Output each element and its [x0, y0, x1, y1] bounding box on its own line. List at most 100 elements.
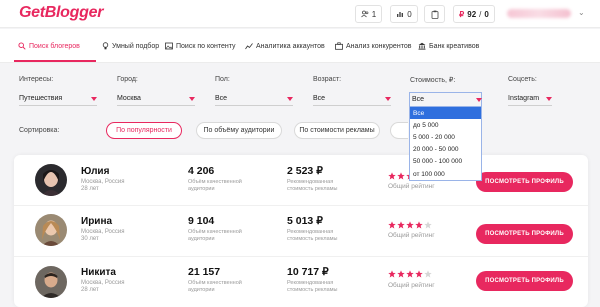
rating-label: Общий рейтинг: [388, 282, 435, 289]
clipboard-button[interactable]: [424, 5, 445, 23]
star-icon: [406, 270, 414, 278]
audience-desc-line: Объём качественной: [188, 280, 242, 286]
chart-icon: [397, 12, 404, 17]
price-value: 10 717 ₽: [287, 266, 329, 278]
star-icon: [388, 270, 396, 278]
star-icon: [388, 221, 396, 229]
bank-icon: [418, 42, 426, 50]
image-icon: [165, 42, 173, 50]
price-value: 2 523 ₽: [287, 165, 323, 177]
audience-desc-line: аудитории: [188, 186, 215, 192]
blogger-name[interactable]: Никита: [81, 267, 116, 278]
filter-label-gender: Пол:: [215, 76, 230, 83]
social-select[interactable]: Instagram: [508, 92, 552, 106]
price-desc-line: Рекомендованная: [287, 229, 334, 235]
row-divider: [14, 256, 588, 257]
nav-item-label: Анализ конкурентов: [346, 42, 412, 50]
nav-item-label: Умный подбор: [112, 42, 160, 50]
select-value: Все: [412, 96, 425, 103]
sort-by-popularity[interactable]: По популярности: [106, 122, 182, 139]
cost-option[interactable]: 5 000 - 20 000: [410, 131, 481, 143]
avatar-photo: [35, 214, 67, 246]
balance-separator: /: [479, 9, 482, 19]
stats-button[interactable]: 0: [390, 5, 418, 23]
clipboard-icon: [431, 10, 438, 19]
select-value: Москва: [117, 95, 141, 102]
people-count: 1: [371, 9, 377, 19]
nav-item-smart[interactable]: Умный подбор: [102, 29, 159, 63]
sort-label: Сортировка:: [19, 127, 60, 134]
cost-select[interactable]: Все: [409, 92, 482, 106]
cost-option[interactable]: от 100 000: [410, 168, 481, 180]
caret-down-icon: [546, 97, 552, 101]
audience-desc: Объём качественной аудитории: [188, 179, 268, 193]
price-desc-line: Рекомендованная: [287, 280, 334, 286]
blogger-age: 28 лет: [81, 287, 99, 293]
view-profile-button[interactable]: ПОСМОТРЕТЬ ПРОФИЛЬ: [476, 172, 573, 192]
star-icon: [397, 172, 405, 180]
caret-down-icon: [385, 97, 391, 101]
avatar[interactable]: [35, 266, 67, 298]
avatar[interactable]: [35, 214, 67, 246]
age-select[interactable]: Все: [313, 92, 391, 106]
chart-icon: [245, 43, 253, 50]
sort-by-price[interactable]: По стоимости рекламы: [294, 122, 380, 139]
balance-zero: 0: [484, 9, 489, 19]
cost-option[interactable]: Все: [410, 107, 481, 120]
blogger-name[interactable]: Юлия: [81, 166, 109, 177]
balance-badge[interactable]: ₽ 92 / 0: [453, 5, 495, 23]
audience-value: 4 206: [188, 165, 215, 177]
filter-label-interests: Интересы:: [19, 76, 54, 83]
bulb-icon: [102, 42, 109, 50]
interests-select[interactable]: Путешествия: [19, 92, 97, 106]
select-value: Instagram: [508, 95, 540, 102]
star-icon: [406, 221, 414, 229]
nav-item-label: Банк креативов: [429, 42, 480, 50]
cost-option[interactable]: 50 000 - 100 000: [410, 156, 481, 168]
avatar[interactable]: [35, 164, 67, 196]
nav-item-analytics[interactable]: Аналитика аккаунтов: [245, 29, 325, 63]
star-icon: [388, 172, 396, 180]
search-icon: [18, 42, 26, 50]
star-icon: [397, 270, 405, 278]
audience-desc-line: аудитории: [188, 236, 215, 242]
nav-item-competitors[interactable]: Анализ конкурентов: [335, 29, 411, 63]
price-desc: Рекомендованная стоимость рекламы: [287, 229, 367, 243]
price-desc: Рекомендованная стоимость рекламы: [287, 280, 367, 294]
balance-value: 92: [467, 9, 477, 19]
audience-desc-line: Объём качественной: [188, 229, 242, 235]
nav-item-label: Аналитика аккаунтов: [256, 42, 325, 50]
stats-count: 0: [407, 9, 412, 19]
chevron-down-icon[interactable]: ⌄: [578, 8, 585, 17]
city-select[interactable]: Москва: [117, 92, 195, 106]
user-name-blurred[interactable]: [507, 9, 571, 18]
briefcase-icon: [335, 42, 343, 50]
avatar-photo: [35, 266, 67, 298]
cost-option[interactable]: до 5 000: [410, 119, 481, 131]
sort-option-hidden[interactable]: [390, 122, 408, 139]
cost-option[interactable]: 20 000 - 50 000: [410, 144, 481, 156]
sort-by-audience[interactable]: По объёму аудитории: [196, 122, 282, 139]
view-profile-button[interactable]: ПОСМОТРЕТЬ ПРОФИЛЬ: [476, 271, 573, 291]
nav-item-content[interactable]: Поиск по контенту: [165, 29, 236, 63]
active-tab-indicator: [14, 60, 96, 62]
caret-down-icon: [476, 98, 482, 102]
audience-value: 21 157: [188, 266, 221, 278]
rating-label: Общий рейтинг: [388, 232, 435, 239]
nav-item-bank[interactable]: Банк креативов: [418, 29, 479, 63]
logo[interactable]: GetBlogger: [19, 4, 103, 22]
people-button[interactable]: 1: [355, 5, 382, 23]
audience-value: 9 104: [188, 215, 215, 227]
main-nav: Поиск блогеров Умный подбор Поиск по кон…: [0, 29, 600, 63]
filter-label-cost: Стоимость, ₽:: [410, 77, 456, 84]
price-desc-line: стоимость рекламы: [287, 236, 338, 242]
view-profile-button[interactable]: ПОСМОТРЕТЬ ПРОФИЛЬ: [476, 224, 573, 244]
nav-item-search[interactable]: Поиск блогеров: [18, 29, 80, 63]
star-icon: [424, 221, 432, 229]
caret-down-icon: [189, 97, 195, 101]
nav-item-label: Поиск блогеров: [29, 42, 80, 50]
blogger-name[interactable]: Ирина: [81, 216, 112, 227]
audience-desc-line: Объём качественной: [188, 179, 242, 185]
gender-select[interactable]: Все: [215, 92, 293, 106]
rating-stars: [388, 270, 432, 278]
